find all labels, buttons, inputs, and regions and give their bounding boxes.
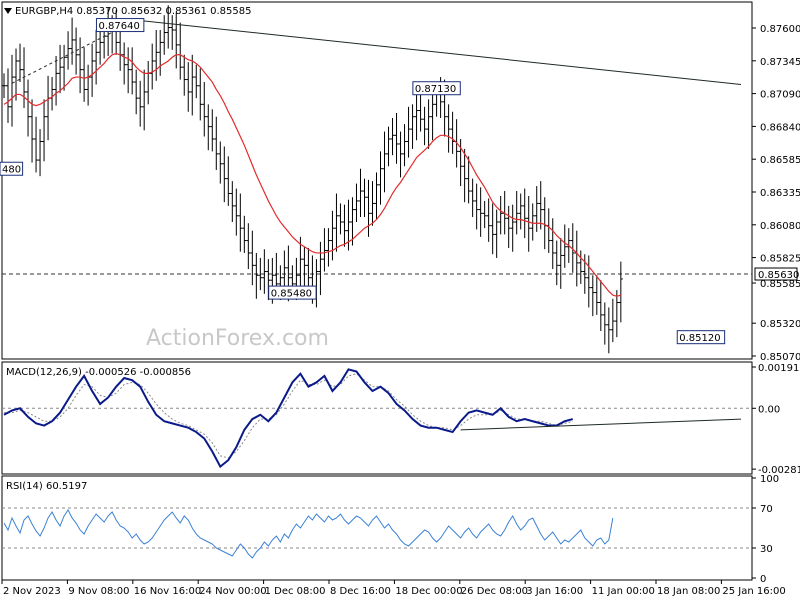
rsi-title: RSI(14) 60.5197	[6, 481, 87, 492]
macd-line	[3, 368, 574, 469]
price-title: EURGBP,H4 0.85370 0.85632 0.85361 0.8558…	[15, 6, 251, 17]
annotation-label: 480	[2, 165, 21, 176]
watermark: ActionForex.com	[146, 326, 329, 351]
macd-trendline	[460, 418, 742, 431]
price-axis-label: 0.86080	[760, 221, 800, 232]
price-annotation: 0.85120	[676, 330, 726, 345]
price-axis-label: 0.87345	[760, 57, 800, 68]
time-axis-label: 26 Dec 08:00	[461, 586, 528, 597]
macd-layer	[2, 368, 752, 469]
macd-axis-label: 0.001911	[758, 363, 800, 374]
rsi-layer	[2, 507, 752, 559]
price-annotation: 480	[0, 161, 24, 176]
time-axis-label: 9 Nov 08:00	[68, 586, 129, 597]
chart-svg: EURGBP,H4 0.85370 0.85632 0.85361 0.8558…	[0, 1, 800, 597]
price-annotation: 0.87130	[412, 81, 461, 96]
price-annotation: 0.85480	[268, 285, 317, 300]
rsi-axis-label: 0	[760, 574, 766, 585]
annotation-label: 0.87130	[415, 84, 456, 95]
time-axis-label: 2 Nov 2023	[3, 586, 61, 597]
rsi-axis-label: 30	[760, 544, 773, 555]
price-axis-label: 0.86335	[760, 188, 800, 199]
time-axis-label: 18 Dec 00:00	[395, 586, 462, 597]
price-axis-label: 0.86840	[760, 122, 800, 133]
rsi-line	[3, 509, 614, 559]
time-axis-label: 25 Jan 16:00	[722, 586, 785, 597]
time-axis-label: 1 Dec 08:00	[265, 586, 326, 597]
axis-layer: 0.87600 0.87345 0.87090 0.86840 0.86585 0.863…	[1, 24, 800, 597]
symbol-label: EURGBP,H4	[15, 6, 73, 17]
macd-panel-frame	[1, 361, 753, 475]
rsi-axis-label: 100	[760, 474, 779, 485]
price-axis-label: 0.85320	[760, 319, 800, 330]
time-axis-label: 11 Jan 00:00	[592, 586, 655, 597]
rsi-panel-frame	[1, 475, 753, 581]
price-annotation: 0.87640	[95, 18, 145, 33]
rsi-axis-label: 70	[760, 504, 773, 515]
annotation-label: 0.85480	[271, 289, 312, 300]
macd-title: MACD(12,26,9) -0.000526 -0.000856	[6, 367, 191, 378]
macd-axis-label: 0.00	[758, 404, 780, 415]
descending-trendline	[136, 19, 742, 86]
price-axis-label: 0.87090	[760, 90, 800, 101]
annotation-label: 0.87640	[98, 21, 139, 32]
price-axis-label: 0.87600	[760, 24, 800, 35]
collapse-triangle-icon	[4, 8, 12, 14]
time-axis-label: 3 Jan 16:00	[526, 586, 583, 597]
price-layer: 0.87640 0.87130 0.85480 0.85120 480	[0, 5, 752, 354]
time-axis-label: 8 Dec 16:00	[330, 586, 391, 597]
annotation-label: 0.85120	[679, 333, 720, 344]
current-level-label: 0.85630	[758, 270, 799, 281]
chart-root: EURGBP,H4 0.85370 0.85632 0.85361 0.8558…	[0, 0, 800, 600]
time-axis-label: 24 Nov 00:00	[199, 586, 266, 597]
time-axis-label: 16 Nov 16:00	[134, 586, 201, 597]
time-axis-label: 18 Jan 08:00	[657, 586, 720, 597]
price-axis-label: 0.85070	[760, 352, 800, 363]
price-axis-label: 0.86585	[760, 155, 800, 166]
price-axis-label: 0.85825	[760, 254, 800, 265]
